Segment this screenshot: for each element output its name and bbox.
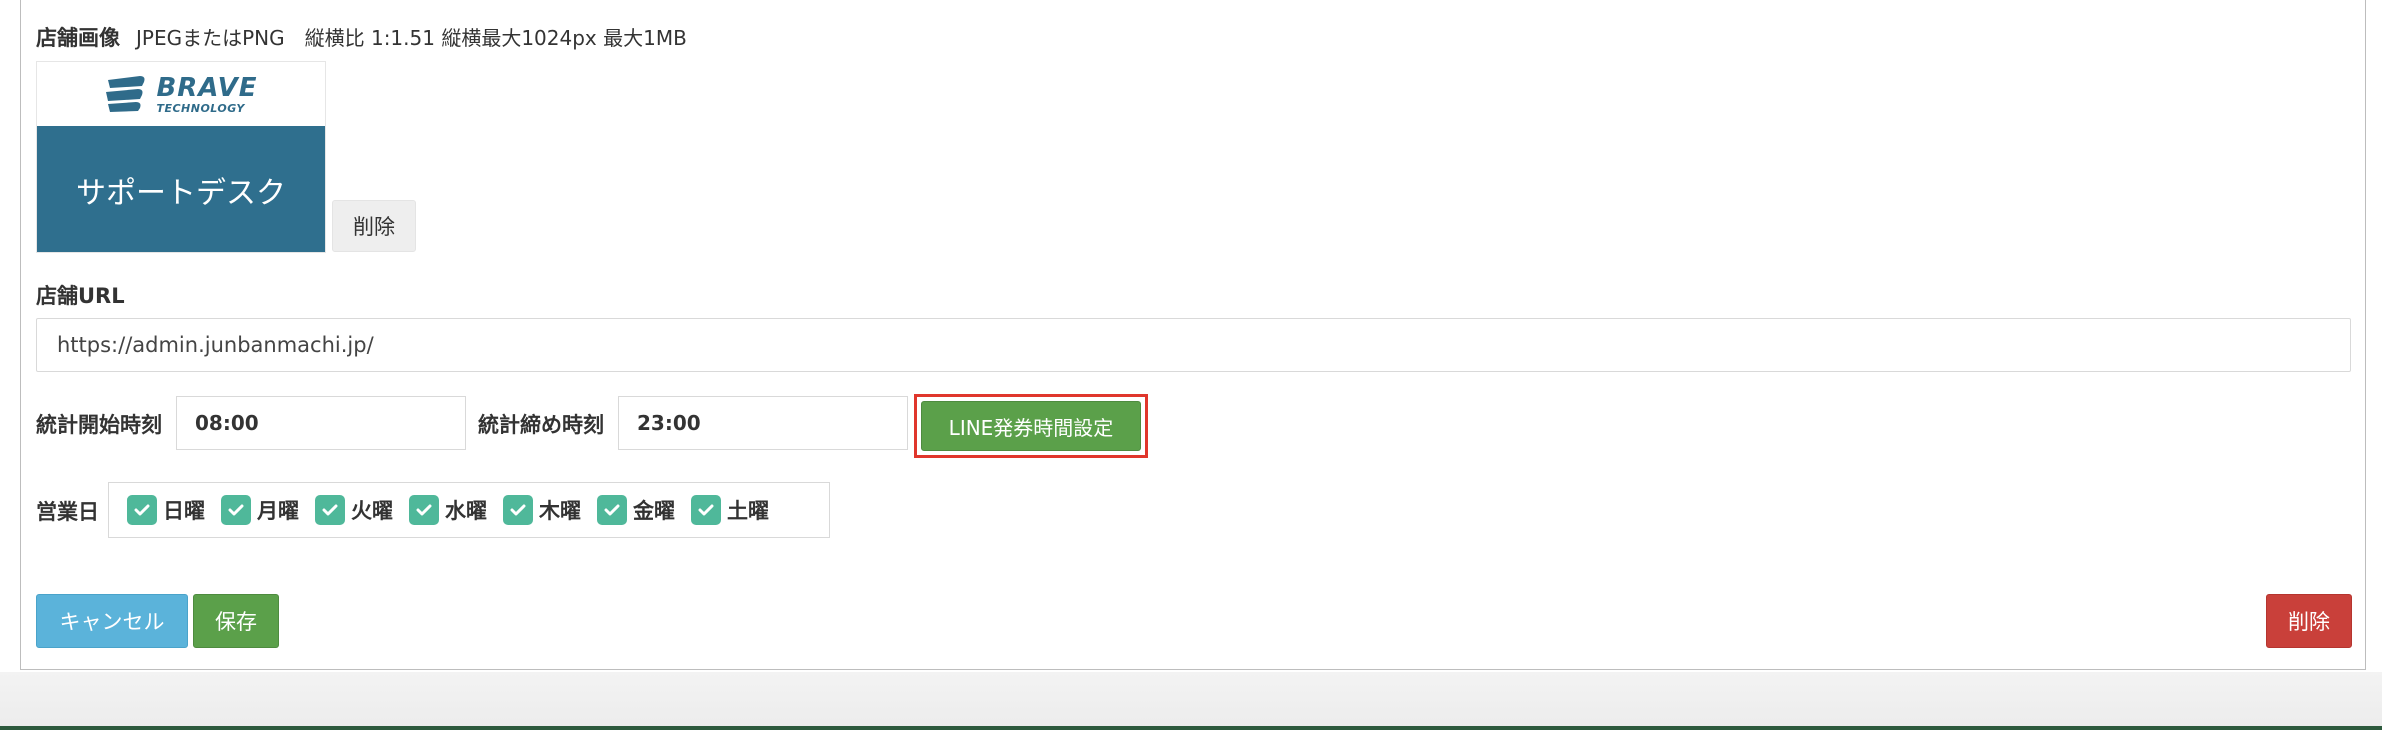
day-checkbox-monday[interactable]: 月曜 (221, 495, 299, 525)
line-ticket-time-button[interactable]: LINE発券時間設定 (921, 401, 1141, 451)
day-checkbox-tuesday[interactable]: 火曜 (315, 495, 393, 525)
store-image-label: 店舗画像 (36, 26, 120, 50)
footer-bar (0, 726, 2382, 730)
store-image-note: JPEGまたはPNG 縦横比 1:1.51 縦横最大1024px 最大1MB (136, 26, 687, 50)
business-days-group: 日曜 月曜 火曜 水曜 木曜 金曜 土曜 (108, 482, 830, 538)
store-url-label: 店舗URL (36, 284, 125, 308)
day-checkbox-wednesday[interactable]: 水曜 (409, 495, 487, 525)
checkbox-checked-icon[interactable] (315, 495, 345, 525)
day-label: 日曜 (163, 499, 205, 523)
logo-sub-text: TECHNOLOGY (156, 101, 245, 115)
day-label: 木曜 (539, 499, 581, 523)
brave-logo-icon (106, 76, 145, 112)
business-days-label: 営業日 (36, 500, 99, 524)
store-url-input[interactable]: https://admin.junbanmachi.jp/ (36, 318, 2351, 372)
checkbox-checked-icon[interactable] (409, 495, 439, 525)
day-checkbox-saturday[interactable]: 土曜 (691, 495, 769, 525)
stats-end-label: 統計締め時刻 (478, 413, 604, 437)
stats-end-input[interactable]: 23:00 (618, 396, 908, 450)
save-button[interactable]: 保存 (193, 594, 279, 648)
store-image-heading: 店舗画像 JPEGまたはPNG 縦横比 1:1.51 縦横最大1024px 最大… (36, 22, 687, 52)
day-label: 月曜 (257, 499, 299, 523)
checkbox-checked-icon[interactable] (597, 495, 627, 525)
day-label: 土曜 (727, 499, 769, 523)
day-label: 火曜 (351, 499, 393, 523)
logo-area: BRAVE TECHNOLOGY (37, 62, 325, 126)
logo-text: BRAVE TECHNOLOGY (156, 75, 257, 114)
checkbox-checked-icon[interactable] (127, 495, 157, 525)
stats-start-label: 統計開始時刻 (36, 413, 162, 437)
page-footer (0, 672, 2382, 730)
checkbox-checked-icon[interactable] (221, 495, 251, 525)
delete-store-button[interactable]: 削除 (2266, 594, 2352, 648)
store-banner: サポートデスク (37, 126, 325, 252)
day-label: 水曜 (445, 499, 487, 523)
store-image-preview: BRAVE TECHNOLOGY サポートデスク (36, 61, 326, 253)
checkbox-checked-icon[interactable] (691, 495, 721, 525)
logo-main-text: BRAVE (156, 72, 258, 103)
cancel-button[interactable]: キャンセル (36, 594, 188, 648)
delete-image-button[interactable]: 削除 (332, 200, 416, 252)
day-checkbox-thursday[interactable]: 木曜 (503, 495, 581, 525)
checkbox-checked-icon[interactable] (503, 495, 533, 525)
stats-start-input[interactable]: 08:00 (176, 396, 466, 450)
day-checkbox-friday[interactable]: 金曜 (597, 495, 675, 525)
day-label: 金曜 (633, 499, 675, 523)
day-checkbox-sunday[interactable]: 日曜 (127, 495, 205, 525)
